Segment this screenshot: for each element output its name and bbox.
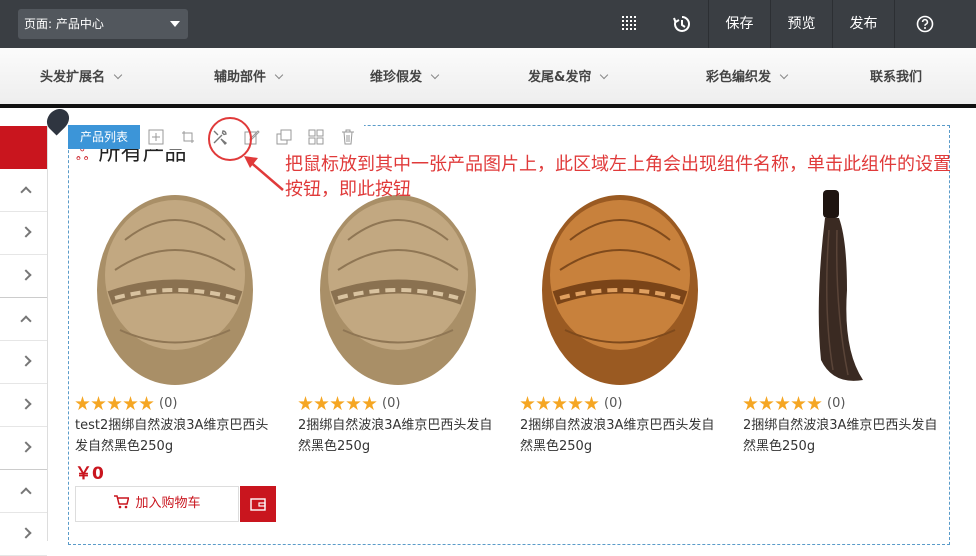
save-button[interactable]: 保存: [708, 0, 770, 48]
product-image-braided-bun-auburn[interactable]: [520, 180, 720, 390]
product-name[interactable]: 2捆绑自然波浪3A维京巴西头发自然黑色250g: [298, 415, 498, 457]
category-sidebar: [0, 126, 48, 556]
product-image-ponytail-dark[interactable]: [743, 180, 943, 390]
module-name-tag: 产品列表: [68, 125, 140, 149]
sidebar-group-toggle[interactable]: [0, 298, 47, 341]
wallet-button[interactable]: [240, 486, 276, 522]
rating: (0): [75, 396, 275, 411]
sidebar-item[interactable]: [0, 212, 47, 255]
product-card[interactable]: (0) 2捆绑自然波浪3A维京巴西头发自然黑色250g: [520, 180, 720, 457]
site-navigation: 头发扩展名 辅助部件 维珍假发 发尾&发帘 彩色编织发 联系我们: [0, 48, 976, 108]
chevron-right-icon: [20, 441, 32, 453]
move-icon[interactable]: [172, 125, 204, 149]
caret-down-icon: [170, 21, 180, 27]
copy-icon[interactable]: [268, 125, 300, 149]
nav-item-accessories[interactable]: 辅助部件: [214, 48, 284, 108]
sidebar-group-toggle[interactable]: [0, 169, 47, 212]
chevron-up-icon: [20, 186, 32, 198]
sidebar-item[interactable]: [0, 384, 47, 427]
module-toolbar: [140, 125, 364, 149]
sidebar-item[interactable]: [0, 341, 47, 384]
chevron-right-icon: [20, 527, 32, 539]
product-name[interactable]: 2捆绑自然波浪3A维京巴西头发自然黑色250g: [520, 415, 720, 457]
page-selector[interactable]: 页面: 产品中心: [18, 9, 188, 39]
product-name[interactable]: 2捆绑自然波浪3A维京巴西头发自然黑色250g: [743, 415, 943, 457]
highlight-circle: [208, 117, 252, 161]
chevron-down-icon: [600, 70, 609, 80]
help-button[interactable]: [894, 0, 954, 48]
sidebar-item[interactable]: [0, 255, 47, 298]
question-circle-icon: [916, 15, 933, 33]
product-card[interactable]: (0) test2捆绑自然波浪3A维京巴西头发自然黑色250g ￥0: [75, 180, 275, 484]
chevron-up-icon: [20, 487, 32, 499]
nav-item-contact[interactable]: 联系我们: [870, 48, 922, 108]
chevron-right-icon: [20, 269, 32, 281]
product-card[interactable]: (0) 2捆绑自然波浪3A维京巴西头发自然黑色250g: [298, 180, 498, 457]
chevron-right-icon: [20, 398, 32, 410]
nav-item-hair-extensions[interactable]: 头发扩展名: [40, 48, 123, 108]
chevron-right-icon: [20, 226, 32, 238]
chevron-down-icon: [113, 70, 123, 80]
publish-button[interactable]: 发布: [832, 0, 894, 48]
history-icon[interactable]: [662, 0, 702, 48]
add-icon[interactable]: [140, 125, 172, 149]
annotation-text: 把鼠标放到其中一张产品图片上，此区域左上角会出现组件名称，单击此组件的设置按钮，…: [285, 154, 951, 200]
editor-toolbar: 页面: 产品中心 保存 预览 发布: [0, 0, 976, 48]
grid-dots-icon[interactable]: [610, 0, 650, 48]
product-image-braided-bun-blonde[interactable]: [75, 180, 275, 390]
sidebar-group-toggle[interactable]: [0, 470, 47, 513]
product-image-braided-bun-blonde[interactable]: [298, 180, 498, 390]
wallet-icon: [250, 498, 266, 511]
product-price: ￥0: [75, 464, 104, 484]
chevron-up-icon: [20, 315, 32, 327]
rating: (0): [743, 396, 943, 411]
nav-item-virgin-wigs[interactable]: 维珍假发: [370, 48, 440, 108]
cart-icon: [114, 495, 130, 509]
sidebar-header: [0, 126, 47, 169]
add-to-cart-button[interactable]: 加入购物车: [75, 486, 239, 522]
rating: (0): [520, 396, 720, 411]
sidebar-item[interactable]: [0, 427, 47, 470]
chevron-down-icon: [430, 70, 440, 80]
product-card[interactable]: (0) 2捆绑自然波浪3A维京巴西头发自然黑色250g: [743, 180, 943, 457]
preview-button[interactable]: 预览: [770, 0, 832, 48]
rating: (0): [298, 396, 498, 411]
chevron-right-icon: [20, 355, 32, 367]
product-name[interactable]: test2捆绑自然波浪3A维京巴西头发自然黑色250g: [75, 415, 275, 457]
chevron-down-icon: [779, 70, 789, 80]
grid-icon[interactable]: [300, 125, 332, 149]
page-selector-label: 页面: 产品中心: [24, 17, 104, 31]
nav-item-ponytails-fringes[interactable]: 发尾&发帘: [528, 48, 609, 108]
sidebar-item[interactable]: [0, 513, 47, 556]
delete-icon[interactable]: [332, 125, 364, 149]
nav-item-colored-braids[interactable]: 彩色编织发: [706, 48, 789, 108]
chevron-down-icon: [274, 70, 284, 80]
